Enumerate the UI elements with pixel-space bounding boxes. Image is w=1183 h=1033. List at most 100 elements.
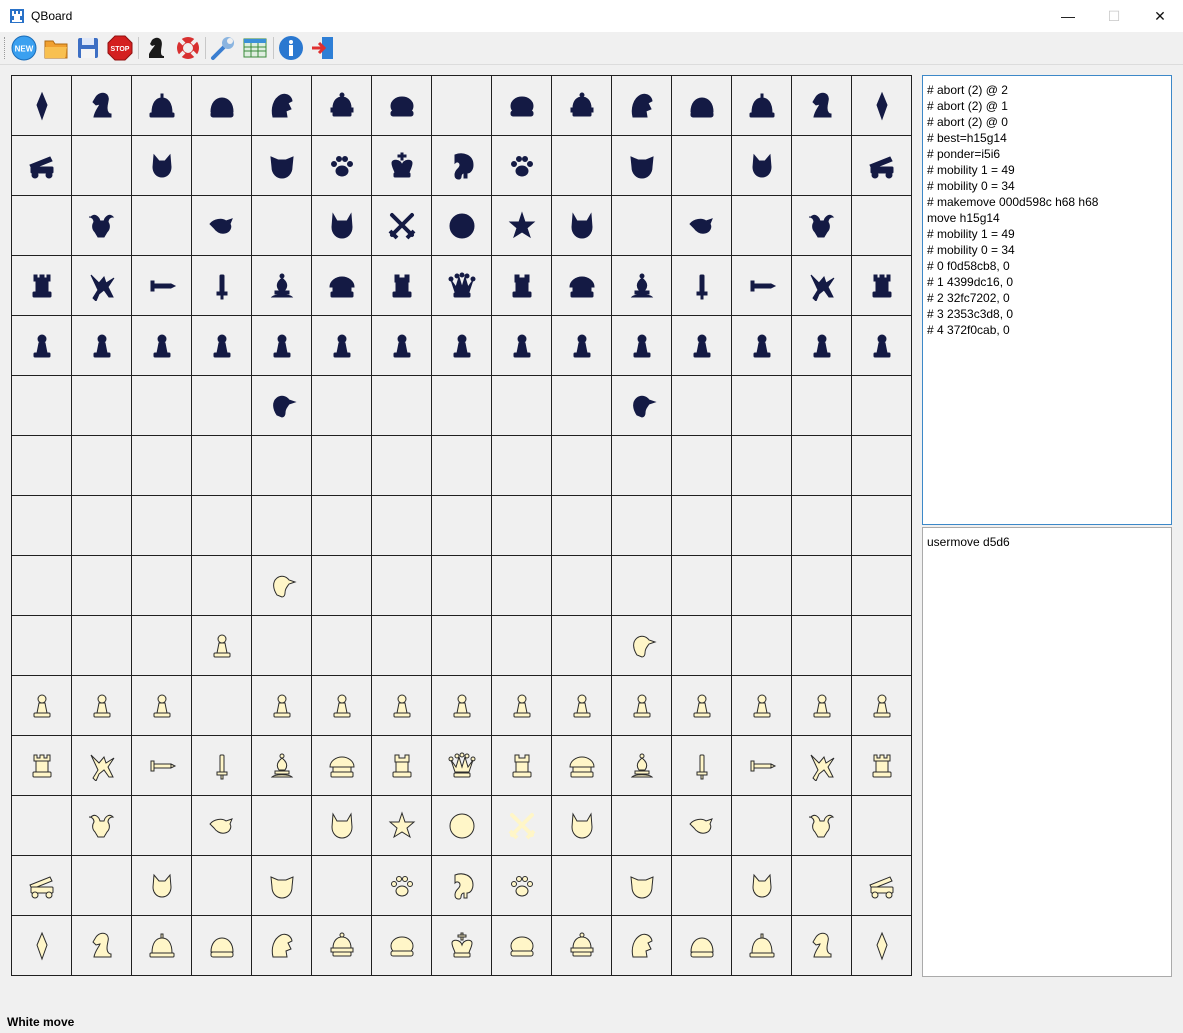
board-square[interactable] — [132, 796, 192, 856]
board-square[interactable] — [252, 136, 312, 196]
board-square[interactable] — [252, 616, 312, 676]
board-square[interactable] — [552, 136, 612, 196]
board-square[interactable] — [192, 196, 252, 256]
board-square[interactable] — [792, 556, 852, 616]
board-square[interactable] — [732, 856, 792, 916]
board-square[interactable] — [252, 496, 312, 556]
board-square[interactable] — [132, 136, 192, 196]
board-square[interactable] — [732, 916, 792, 976]
board-square[interactable] — [852, 556, 912, 616]
board-square[interactable] — [552, 916, 612, 976]
board-square[interactable] — [672, 676, 732, 736]
board-square[interactable] — [72, 136, 132, 196]
board-square[interactable] — [12, 856, 72, 916]
board-square[interactable] — [792, 736, 852, 796]
command-input-panel[interactable]: usermove d5d6 — [922, 527, 1172, 977]
board-square[interactable] — [72, 196, 132, 256]
board-square[interactable] — [852, 76, 912, 136]
board-square[interactable] — [432, 376, 492, 436]
board-square[interactable] — [732, 736, 792, 796]
board-square[interactable] — [612, 196, 672, 256]
board-square[interactable] — [732, 796, 792, 856]
board-square[interactable] — [432, 256, 492, 316]
board-square[interactable] — [192, 796, 252, 856]
board-square[interactable] — [312, 136, 372, 196]
board-square[interactable] — [492, 256, 552, 316]
board-square[interactable] — [792, 796, 852, 856]
board-square[interactable] — [672, 616, 732, 676]
toolbar-grip[interactable] — [4, 37, 7, 59]
board-square[interactable] — [312, 796, 372, 856]
board-square[interactable] — [792, 136, 852, 196]
board-square[interactable] — [672, 316, 732, 376]
board-square[interactable] — [792, 196, 852, 256]
board-square[interactable] — [432, 196, 492, 256]
new-icon[interactable]: NEW — [11, 35, 37, 61]
board-square[interactable] — [132, 556, 192, 616]
board-square[interactable] — [12, 616, 72, 676]
board-square[interactable] — [12, 196, 72, 256]
board-square[interactable] — [732, 496, 792, 556]
board-square[interactable] — [552, 736, 612, 796]
board-square[interactable] — [492, 496, 552, 556]
board-square[interactable] — [672, 916, 732, 976]
board-square[interactable] — [792, 916, 852, 976]
board-square[interactable] — [852, 496, 912, 556]
wrench-icon[interactable] — [210, 35, 236, 61]
board-square[interactable] — [672, 136, 732, 196]
board-square[interactable] — [72, 916, 132, 976]
board-square[interactable] — [252, 676, 312, 736]
table-icon[interactable] — [242, 35, 268, 61]
board-square[interactable] — [192, 256, 252, 316]
board-square[interactable] — [132, 76, 192, 136]
board-square[interactable] — [672, 76, 732, 136]
board-square[interactable] — [852, 796, 912, 856]
board-square[interactable] — [312, 436, 372, 496]
board-square[interactable] — [312, 256, 372, 316]
board-square[interactable] — [132, 856, 192, 916]
board-square[interactable] — [552, 196, 612, 256]
board-square[interactable] — [672, 556, 732, 616]
board-square[interactable] — [252, 736, 312, 796]
board-square[interactable] — [252, 856, 312, 916]
board-square[interactable] — [192, 676, 252, 736]
board-square[interactable] — [72, 616, 132, 676]
board-square[interactable] — [192, 616, 252, 676]
board-square[interactable] — [72, 436, 132, 496]
board-square[interactable] — [132, 736, 192, 796]
board-square[interactable] — [252, 376, 312, 436]
board-square[interactable] — [432, 136, 492, 196]
close-button[interactable]: ✕ — [1137, 0, 1183, 32]
board-square[interactable] — [432, 436, 492, 496]
board-square[interactable] — [312, 676, 372, 736]
board-square[interactable] — [852, 676, 912, 736]
board-square[interactable] — [492, 856, 552, 916]
life-ring-icon[interactable] — [175, 35, 201, 61]
board-square[interactable] — [612, 76, 672, 136]
board-square[interactable] — [492, 76, 552, 136]
board-square[interactable] — [192, 136, 252, 196]
board-square[interactable] — [12, 376, 72, 436]
board-square[interactable] — [732, 556, 792, 616]
board-square[interactable] — [552, 436, 612, 496]
board-square[interactable] — [492, 796, 552, 856]
board-square[interactable] — [12, 76, 72, 136]
board-square[interactable] — [12, 676, 72, 736]
board-square[interactable] — [372, 676, 432, 736]
board-square[interactable] — [72, 256, 132, 316]
board-square[interactable] — [372, 376, 432, 436]
board-square[interactable] — [612, 256, 672, 316]
board-square[interactable] — [252, 556, 312, 616]
board-square[interactable] — [852, 196, 912, 256]
board-square[interactable] — [12, 736, 72, 796]
board-square[interactable] — [552, 376, 612, 436]
board-square[interactable] — [372, 196, 432, 256]
board-square[interactable] — [372, 256, 432, 316]
board-square[interactable] — [372, 796, 432, 856]
board-square[interactable] — [432, 556, 492, 616]
board-square[interactable] — [732, 76, 792, 136]
board-square[interactable] — [672, 496, 732, 556]
board-square[interactable] — [132, 256, 192, 316]
board-square[interactable] — [432, 316, 492, 376]
board-square[interactable] — [132, 676, 192, 736]
